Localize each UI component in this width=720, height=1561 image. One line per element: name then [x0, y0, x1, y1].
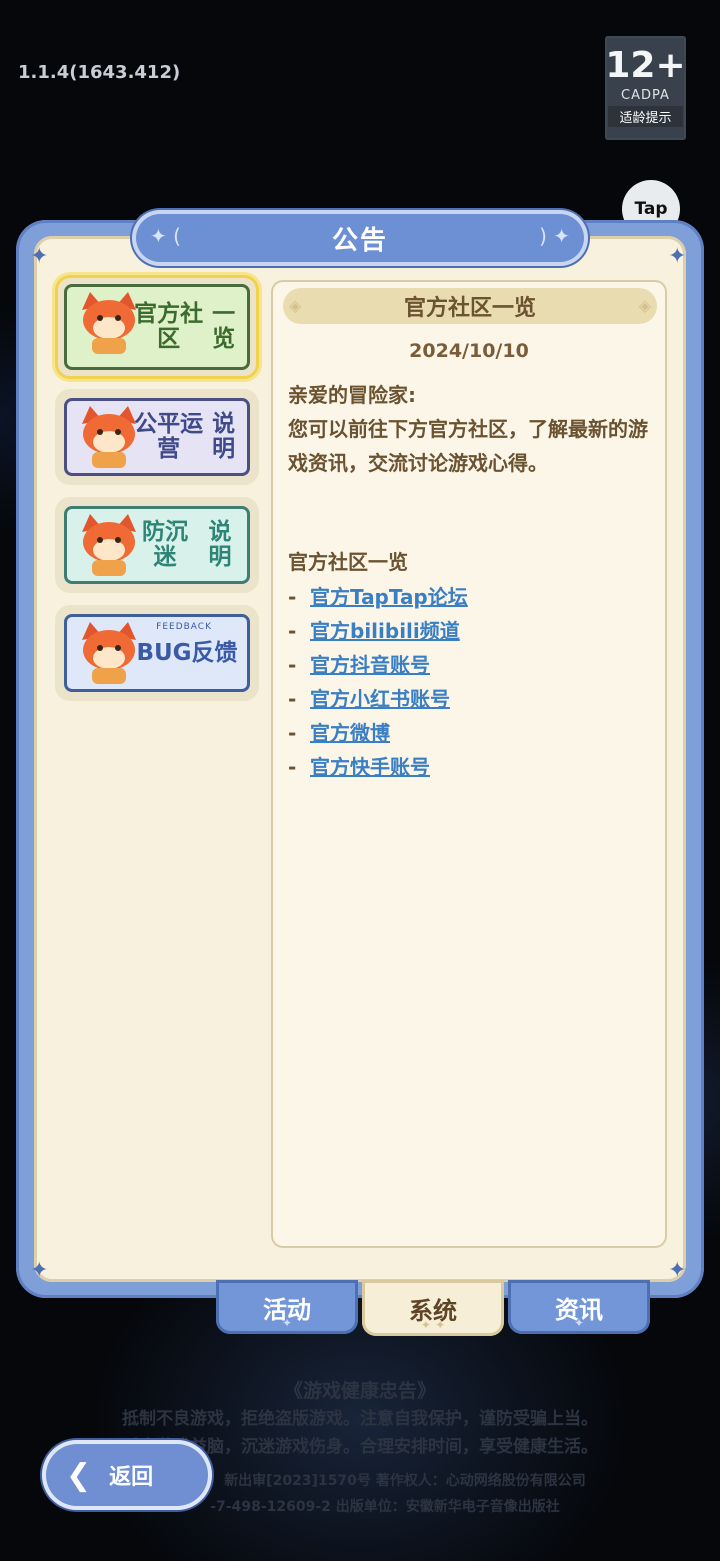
- community-link[interactable]: 官方快手账号: [310, 755, 430, 779]
- list-dash: -: [288, 755, 297, 779]
- community-link-item: - 官方抖音账号: [288, 648, 468, 682]
- tab-news[interactable]: 资讯 ✦: [508, 1280, 650, 1334]
- ribbon-star-icon: ) ✦: [539, 224, 570, 248]
- age-rating-number: 12+: [605, 45, 686, 86]
- version-label: 1.1.4(1643.412): [18, 62, 181, 83]
- community-link[interactable]: 官方TapTap论坛: [310, 585, 468, 609]
- community-link-item: - 官方微博: [288, 716, 468, 750]
- sidebar-tab-card: 官方社区 一览: [64, 284, 250, 370]
- community-link-item: - 官方快手账号: [288, 750, 468, 784]
- community-link[interactable]: 官方bilibili频道: [310, 619, 460, 643]
- back-arrow-icon: ❮: [66, 1457, 92, 1493]
- age-rating-org: CADPA: [621, 88, 670, 103]
- sidebar-tab-label-line1: 防沉迷: [142, 519, 188, 570]
- age-rating-badge[interactable]: 12+ CADPA 适龄提示: [605, 36, 686, 140]
- sidebar-tab-card: 公平运营 说明: [64, 398, 250, 476]
- sidebar-tab-label-line1: 公平运营: [134, 411, 204, 462]
- community-link[interactable]: 官方微博: [310, 721, 390, 745]
- sidebar-tab-label-line2: 说明: [208, 519, 232, 570]
- body-paragraph: 您可以前往下方官方社区，了解最新的游戏资讯，交流讨论游戏心得。: [288, 417, 648, 475]
- tab-deco-icon: ✦ ✦: [420, 1318, 446, 1332]
- diamond-icon: ◈: [289, 296, 302, 315]
- tab-deco-icon: ✦: [281, 1316, 293, 1330]
- ribbon-star-icon: ✦ (: [150, 224, 181, 248]
- community-link-item: - 官方TapTap论坛: [288, 580, 468, 614]
- community-link[interactable]: 官方抖音账号: [310, 653, 430, 677]
- diamond-icon: ◈: [638, 296, 651, 315]
- sidebar-tab[interactable]: BUG反馈 FEEDBACK: [58, 608, 256, 698]
- community-link[interactable]: 官方小红书账号: [310, 687, 450, 711]
- announcement-body: 亲爱的冒险家: 您可以前往下方官方社区，了解最新的游戏资讯，交流讨论游戏心得。: [288, 378, 648, 480]
- sidebar-tab-card: 防沉迷 说明: [64, 506, 250, 584]
- sidebar-tab[interactable]: 防沉迷 说明: [58, 500, 256, 590]
- sidebar-tab-card: BUG反馈 FEEDBACK: [64, 614, 250, 692]
- announcement-date: 2024/10/10: [409, 340, 529, 362]
- corner-star-icon: ✦: [668, 244, 687, 269]
- list-dash: -: [288, 721, 297, 745]
- taptap-icon-label: Tap: [634, 199, 668, 219]
- content-header: 官方社区一览: [403, 296, 536, 321]
- greeting: 亲爱的冒险家:: [288, 383, 416, 407]
- list-dash: -: [288, 687, 297, 711]
- sidebar-tab-label: 防沉迷 说明: [132, 506, 242, 584]
- dialog-title: 公告: [331, 225, 388, 256]
- section-title: 官方社区一览: [288, 550, 408, 574]
- dialog-title-ribbon: ✦ ( 公告 ) ✦: [132, 210, 588, 266]
- age-rating-tip: 适龄提示: [608, 106, 683, 127]
- health-notice-title: 《游戏健康忠告》: [283, 1380, 436, 1402]
- corner-star-icon: ✦: [30, 244, 49, 269]
- sidebar-tab-label-line2: 说明: [212, 411, 236, 462]
- list-dash: -: [288, 585, 297, 609]
- sidebar-tab-label: 官方社区 一览: [132, 284, 242, 370]
- community-link-item: - 官方小红书账号: [288, 682, 468, 716]
- community-link-list: - 官方TapTap论坛 - 官方bilibili频道 - 官方抖音账号 - 官方小红书账号 -…: [288, 580, 468, 784]
- list-dash: -: [288, 619, 297, 643]
- health-notice-line-1: 抵制不良游戏，拒绝盗版游戏。注意自我保护，谨防受骗上当。: [122, 1409, 598, 1429]
- list-dash: -: [288, 653, 297, 677]
- sidebar-tab-label-line1: BUG反馈: [136, 639, 238, 666]
- sidebar-tab-label-line2: 一览: [212, 301, 236, 352]
- sidebar-tab[interactable]: 官方社区 一览: [58, 278, 256, 376]
- sidebar-tab-label: 公平运营 说明: [132, 398, 242, 476]
- tab-deco-icon: ✦: [573, 1316, 585, 1330]
- community-link-item: - 官方bilibili频道: [288, 614, 468, 648]
- back-button[interactable]: ❮ 返回: [42, 1440, 212, 1510]
- sidebar-tab[interactable]: 公平运营 说明: [58, 392, 256, 482]
- back-button-label: 返回: [109, 1465, 154, 1490]
- content-header-bar: ◈ 官方社区一览 ◈: [283, 288, 657, 324]
- sidebar-tab-small-label: FEEDBACK: [156, 622, 212, 632]
- sidebar-tab-label-line1: 官方社区: [134, 301, 204, 352]
- tab-activity[interactable]: 活动 ✦: [216, 1280, 358, 1334]
- corner-star-icon: ✦: [30, 1258, 49, 1283]
- corner-star-icon: ✦: [668, 1258, 687, 1283]
- tab-system[interactable]: 系统 ✦ ✦: [362, 1280, 504, 1336]
